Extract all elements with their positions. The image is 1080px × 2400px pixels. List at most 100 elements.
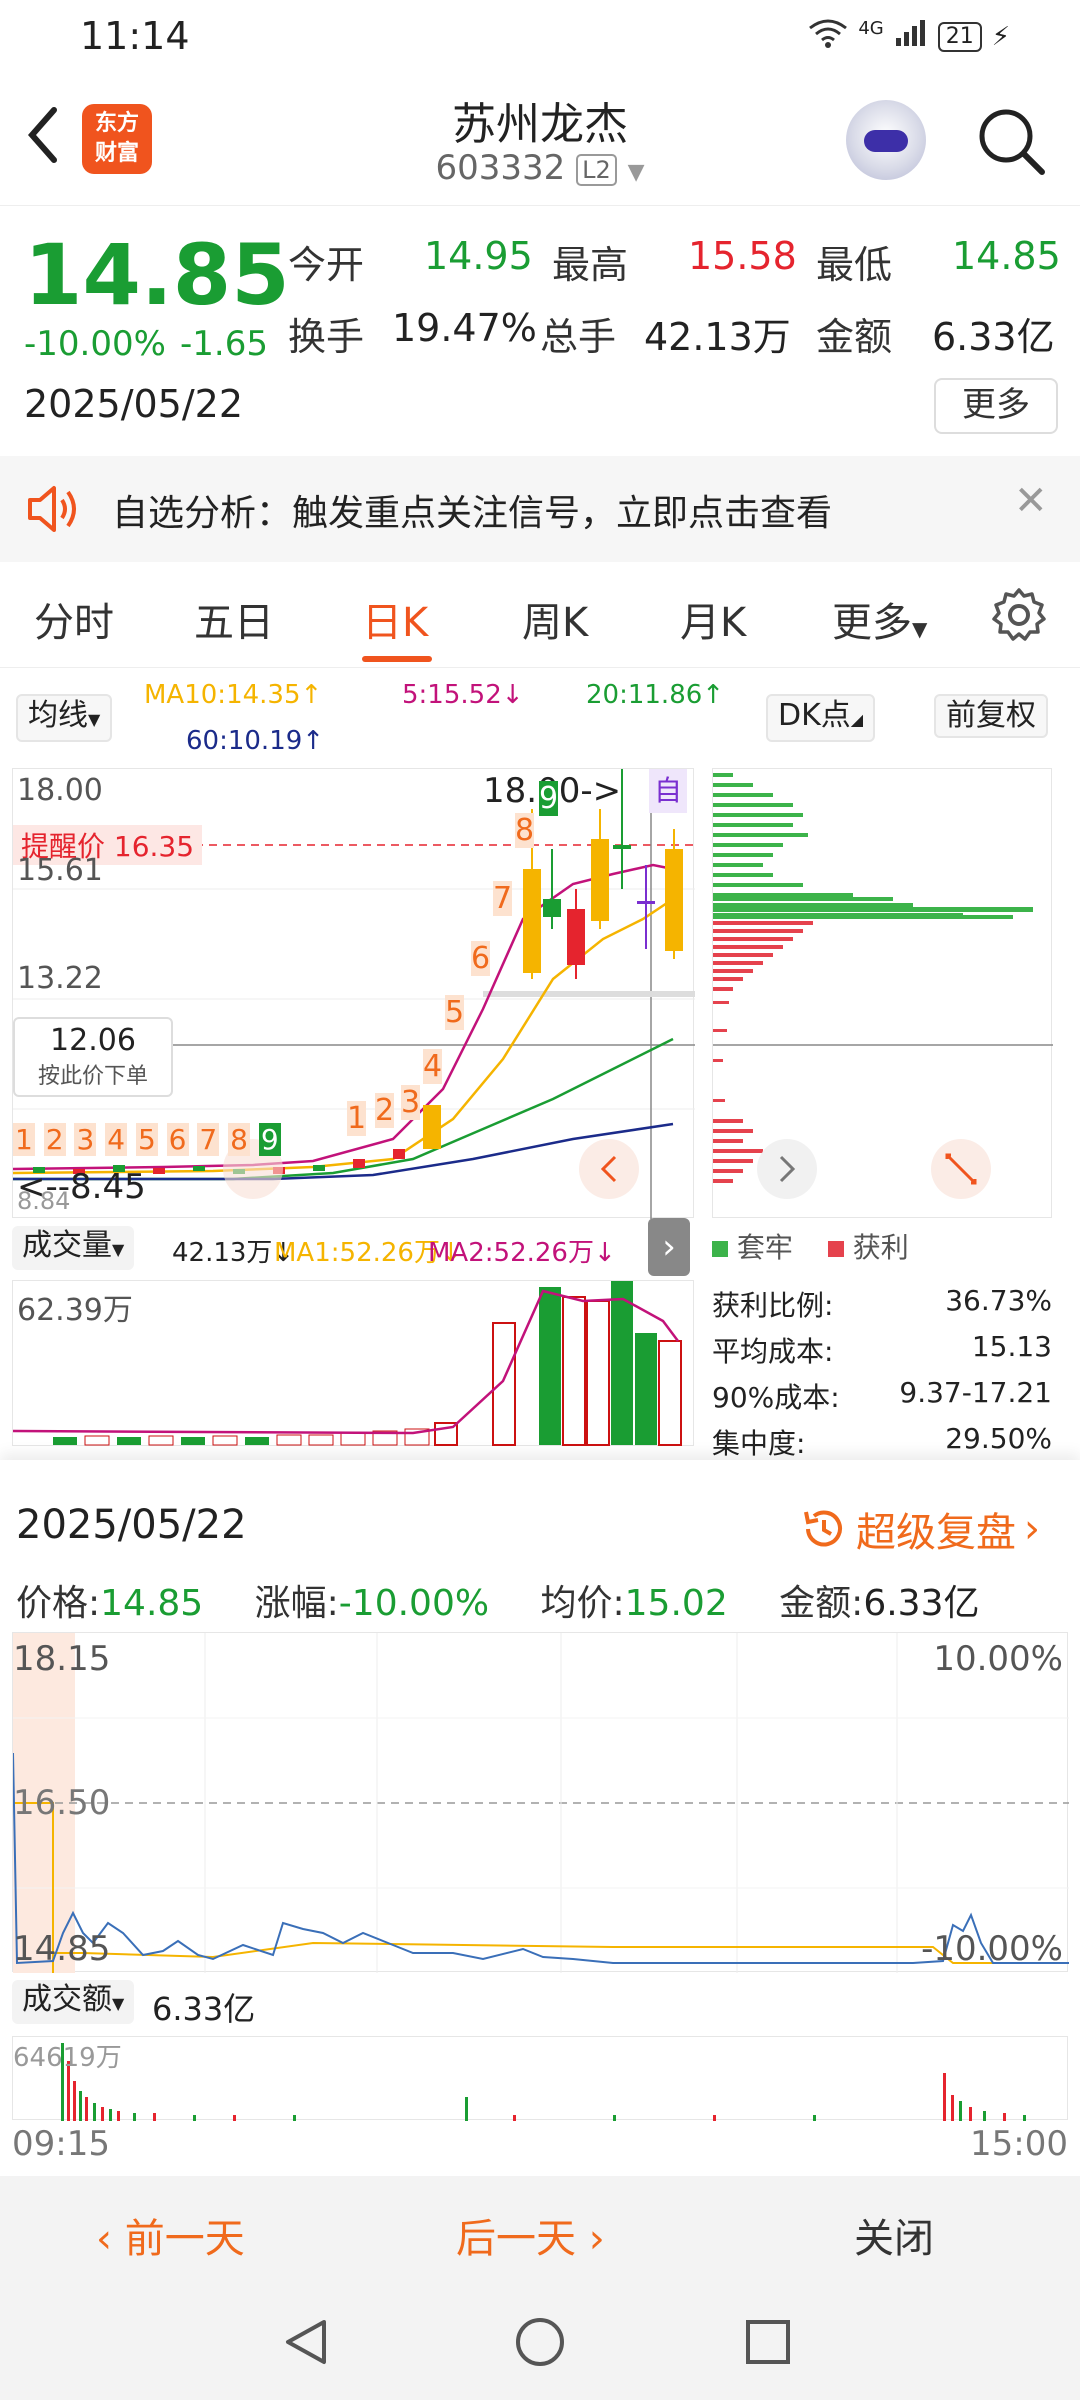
chip-distribution-chart[interactable] xyxy=(712,768,1053,1218)
day-count: 6 xyxy=(166,1123,189,1156)
review-date: 2025/05/22 xyxy=(16,1502,247,1548)
turnover-label: 换手 xyxy=(288,315,365,359)
nav-recents-icon[interactable] xyxy=(744,2318,792,2370)
forward-adjust-button[interactable]: 前复权 xyxy=(934,694,1048,738)
ma-select[interactable]: 均线▼ xyxy=(16,694,113,742)
quote-date: 2025/05/22 xyxy=(24,382,244,426)
tab-five-day[interactable]: 五日 xyxy=(194,590,274,648)
ma5-value: 5:15.52↓ xyxy=(402,680,524,710)
chip-stat-row: 平均成本: 15.13 xyxy=(712,1330,1052,1376)
volume-select[interactable]: 成交量▼ xyxy=(12,1226,135,1270)
close-button[interactable]: 关闭 xyxy=(854,2206,934,2264)
day-count-row-1: 1 2 3 4 5 6 7 8 9 xyxy=(13,1123,281,1156)
day-count: 9 xyxy=(539,781,559,816)
review-price-label: 价格: xyxy=(16,1583,101,1624)
chip-trapped-bars xyxy=(713,773,1033,919)
expand-panel-chevron-icon[interactable]: › xyxy=(648,1218,690,1276)
day-count: 2 xyxy=(43,1123,66,1156)
super-review-label: 超级复盘 xyxy=(856,1510,1016,1556)
day-count: 9 xyxy=(258,1123,281,1156)
super-review-button[interactable]: 超级复盘 › xyxy=(798,1500,1040,1558)
search-icon[interactable] xyxy=(976,106,1046,176)
gear-icon[interactable] xyxy=(990,586,1048,644)
high-value: 15.58 xyxy=(688,234,797,278)
low-value: 14.85 xyxy=(952,234,1061,278)
day-count: 7 xyxy=(197,1123,220,1156)
intraday-review-sheet: 2025/05/22 超级复盘 › 价格:14.85 涨幅:-10.00% 均价… xyxy=(0,1460,1080,2176)
chip-stat-value: 9.37-17.21 xyxy=(899,1376,1052,1409)
day-count: 8 xyxy=(228,1123,250,1156)
status-icons: 4G 21 ⚡ xyxy=(808,18,1010,55)
status-time: 11:14 xyxy=(80,14,190,58)
tab-weekly-k[interactable]: 周K xyxy=(522,590,588,648)
tab-monthly-k[interactable]: 月K xyxy=(680,590,746,648)
turnover-value: 19.47% xyxy=(392,306,537,350)
tab-more[interactable]: 更多▼ xyxy=(832,590,927,648)
next-day-label: 后一天 xyxy=(456,2216,576,2262)
day-count: 6 xyxy=(471,941,491,976)
open-value: 14.95 xyxy=(424,234,533,278)
amount-value: 6.33亿 xyxy=(932,315,1055,359)
day-count: 5 xyxy=(135,1123,158,1156)
caret-corner-icon: ◢ xyxy=(850,710,864,729)
change-amount: -1.65 xyxy=(180,324,268,364)
prev-day-button[interactable]: ‹ 前一天 xyxy=(96,2206,245,2264)
review-action-bar: ‹ 前一天 后一天 › 关闭 xyxy=(0,2176,1080,2284)
volume-chart[interactable]: 62.39万 xyxy=(12,1280,694,1446)
amount-max-label: 64619万 xyxy=(13,2043,122,2073)
analysis-banner[interactable]: 自选分析：触发重点关注信号，立即点击查看 ✕ xyxy=(0,456,1080,562)
kline-price-top: 18.00 xyxy=(17,773,103,808)
more-quote-button[interactable]: 更多 xyxy=(934,378,1058,434)
amount-select[interactable]: 成交额▼ xyxy=(12,1980,135,2024)
order-price-box[interactable]: 12.06 按此价下单 xyxy=(13,1017,173,1097)
review-change: -10.00% xyxy=(338,1583,490,1624)
day-count: 1 xyxy=(13,1123,35,1156)
stock-code: 603332 xyxy=(435,148,566,188)
intraday-amount-chart[interactable]: 64619万 xyxy=(12,2036,1068,2121)
change-percent: -10.00% xyxy=(24,324,166,364)
amount-total: 6.33亿 xyxy=(152,1990,256,2028)
kline-price-bottom: 8.84 xyxy=(17,1187,71,1215)
last-price: 14.85 xyxy=(24,226,290,324)
day-count: 1 xyxy=(347,1101,367,1136)
self-select-tag: 自 xyxy=(649,769,687,813)
tab-more-label: 更多 xyxy=(832,600,912,646)
ma20-value: 20:11.86↑ xyxy=(586,680,725,710)
day-count: 7 xyxy=(493,881,513,916)
day-count: 3 xyxy=(401,1085,421,1120)
kline-price-3: 13.22 xyxy=(17,961,103,996)
close-icon[interactable]: ✕ xyxy=(1014,478,1048,524)
dk-point-select[interactable]: DK点◢ xyxy=(766,694,876,742)
chip-stat-value: 15.13 xyxy=(971,1330,1052,1363)
volume-value: 42.13万 xyxy=(644,315,791,359)
chip-stat-value: 36.73% xyxy=(945,1284,1052,1317)
nav-back-icon[interactable] xyxy=(280,2316,332,2372)
intraday-price-chart[interactable]: 18.15 16.50 14.85 10.00% -10.00% xyxy=(12,1632,1069,1973)
open-label: 今开 xyxy=(288,243,365,287)
legend-profit: 获利 xyxy=(852,1231,909,1264)
day-count: 2 xyxy=(375,1093,395,1128)
kline-chart[interactable]: 18.00 提醒价 16.35 15.61 13.22 12.06 按此价下单 … xyxy=(12,768,695,1219)
caret-down-icon: ▼ xyxy=(88,710,101,729)
intraday-svg xyxy=(12,1633,1069,1973)
intraday-y-mid: 16.50 xyxy=(13,1783,111,1823)
tab-intraday[interactable]: 分时 xyxy=(34,590,114,648)
order-price: 12.06 xyxy=(50,1023,136,1058)
robot-assistant-avatar[interactable] xyxy=(846,100,926,180)
kline-price-2: 15.61 xyxy=(17,853,103,888)
active-tab-indicator xyxy=(362,656,432,662)
volume-ma2: MA2:52.26万↓ xyxy=(428,1238,616,1268)
day-count: 3 xyxy=(74,1123,97,1156)
nav-home-icon[interactable] xyxy=(514,2316,566,2372)
review-price: 14.85 xyxy=(100,1583,204,1624)
chip-legend: 套牢 获利 xyxy=(712,1226,1052,1270)
speaker-icon xyxy=(26,484,82,534)
next-day-button[interactable]: 后一天 › xyxy=(456,2206,605,2264)
tab-daily-k[interactable]: 日K xyxy=(362,590,428,648)
level2-badge: L2 xyxy=(576,153,617,186)
system-nav-bar xyxy=(0,2284,1080,2400)
profit-legend-swatch xyxy=(827,1241,844,1257)
legend-trapped: 套牢 xyxy=(736,1231,793,1264)
high-label: 最高 xyxy=(552,243,629,287)
banner-text: 自选分析：触发重点关注信号，立即点击查看 xyxy=(112,493,833,534)
